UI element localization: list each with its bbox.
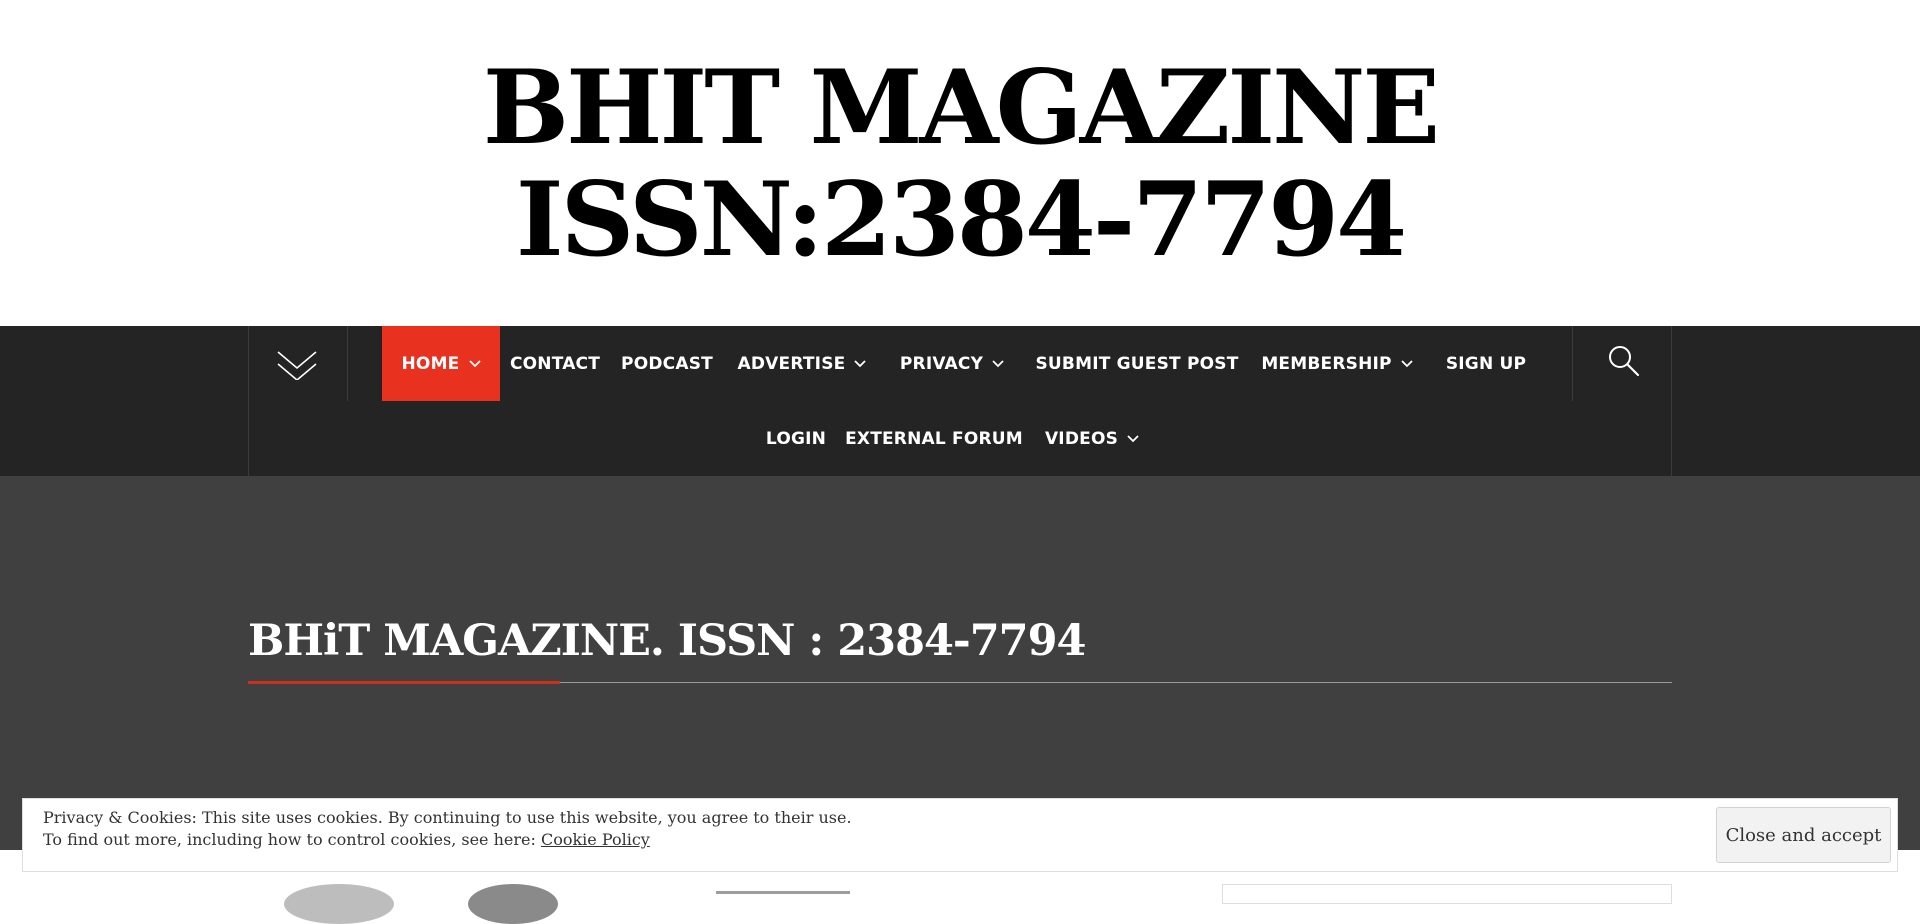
chevron-down-icon [854,359,867,367]
search-icon [1609,346,1640,377]
chevron-down-icon [1401,359,1413,367]
nav-item-label: CONTACT [509,353,601,374]
search-toggle-button[interactable] [1572,326,1672,401]
post-thumbnail[interactable] [468,884,558,924]
cookie-banner: Privacy & Cookies: This site uses cookie… [22,798,1898,872]
nav-item-advertise[interactable]: ADVERTISE [732,326,872,401]
nav-item-label: VIDEOS [1044,428,1119,449]
post-thumbnail[interactable] [284,884,394,924]
nav-item-sign-up[interactable]: SIGN UP [1442,326,1530,401]
nav-item-videos[interactable]: VIDEOS [1040,401,1144,476]
nav-item-label: PODCAST [621,353,713,374]
cookie-notice-text: Privacy & Cookies: This site uses cookie… [43,807,852,851]
cookie-policy-link[interactable]: Cookie Policy [541,830,650,849]
page-title: BHiT MAGAZINE. ISSN : 2384-7794 [248,616,1086,666]
chevron-down-icon [277,351,317,380]
nav-item-podcast[interactable]: PODCAST [618,326,716,401]
cookie-notice-prefix: To find out more, including how to contr… [43,830,541,849]
nav-item-label: EXTERNAL FORUM [845,428,1023,449]
nav-item-label: MEMBERSHIP [1261,353,1392,374]
site-title-line-2[interactable]: ISSN:2384-7794 [0,164,1920,276]
chevron-down-icon [468,359,481,367]
site-header: BHIT MAGAZINE ISSN:2384-7794 [0,0,1920,326]
nav-item-privacy[interactable]: PRIVACY [896,326,1008,401]
nav-item-label: PRIVACY [899,353,984,374]
chevron-down-icon [992,359,1004,367]
nav-item-label: ADVERTISE [737,353,846,374]
nav-item-membership[interactable]: MEMBERSHIP [1254,326,1420,401]
nav-item-external-forum[interactable]: EXTERNAL FORUM [845,401,1023,476]
close-and-accept-button[interactable]: Close and accept [1716,807,1891,863]
nav-item-submit-guest-post[interactable]: SUBMIT GUEST POST [1035,326,1239,401]
sidebar-widget [1222,884,1672,904]
nav-item-label: HOME [401,353,460,374]
cookie-notice-line-2: To find out more, including how to contr… [43,829,852,851]
nav-item-login[interactable]: LOGIN [764,401,828,476]
nav-item-home[interactable]: HOME [382,326,500,401]
site-title[interactable]: BHIT MAGAZINE ISSN:2384-7794 [0,52,1920,276]
nav-item-label: SIGN UP [1445,353,1527,374]
site-title-line-1[interactable]: BHIT MAGAZINE [0,52,1920,164]
nav-item-label: LOGIN [765,428,827,449]
menu-toggle-button[interactable] [248,326,348,401]
nav-item-label: SUBMIT GUEST POST [1035,353,1239,374]
chevron-down-icon [1127,434,1139,442]
title-accent-bar [248,681,560,684]
nav-item-contact[interactable]: CONTACT [508,326,602,401]
cookie-notice-line-1: Privacy & Cookies: This site uses cookie… [43,808,852,827]
